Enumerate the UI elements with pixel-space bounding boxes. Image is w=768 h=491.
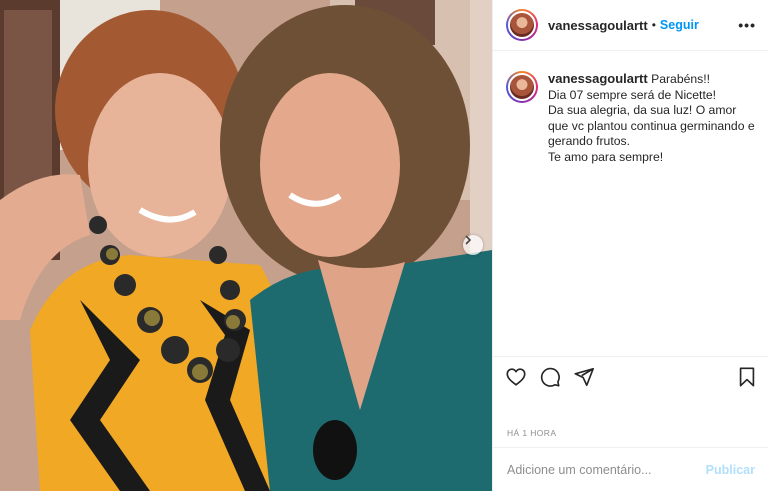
avatar-image xyxy=(508,73,536,101)
photo-illustration xyxy=(0,0,492,491)
separator-dot: • xyxy=(651,18,656,32)
post-sidebar: vanessagoulartt • Seguir ••• vanessagoul… xyxy=(492,0,768,491)
avatar[interactable] xyxy=(506,9,538,41)
like-button[interactable] xyxy=(505,366,527,388)
comment-bar: Publicar xyxy=(493,447,768,491)
share-button[interactable] xyxy=(573,366,595,388)
post-header: vanessagoulartt • Seguir ••• xyxy=(493,0,768,51)
heart-icon xyxy=(506,367,526,386)
chevron-right-icon xyxy=(465,235,472,245)
next-photo-button[interactable] xyxy=(463,235,483,255)
follow-button[interactable]: Seguir xyxy=(660,18,699,32)
caption-line-2: Dia 07 sempre será de Nicette! xyxy=(548,87,716,102)
comment-input[interactable] xyxy=(507,462,706,477)
comment-icon xyxy=(540,367,560,387)
caption-text: vanessagoulartt Parabéns!! Dia 07 sempre… xyxy=(548,71,756,165)
more-options-button[interactable]: ••• xyxy=(738,17,756,33)
caption-line-1: Parabéns!! xyxy=(651,72,711,86)
caption-line-3: Da sua alegria, da sua luz! O amor que v… xyxy=(548,103,755,148)
header-username[interactable]: vanessagoulartt xyxy=(548,18,648,33)
post-caption: vanessagoulartt Parabéns!! Dia 07 sempre… xyxy=(493,51,768,165)
action-bar xyxy=(493,356,768,396)
avatar-image xyxy=(508,11,536,39)
post-photo[interactable] xyxy=(0,0,492,491)
caption-line-4: Te amo para sempre! xyxy=(548,149,664,164)
caption-avatar[interactable] xyxy=(506,71,538,103)
post-timestamp: HÁ 1 HORA xyxy=(507,428,557,438)
bookmark-icon xyxy=(739,366,755,387)
share-icon xyxy=(574,367,594,386)
caption-username[interactable]: vanessagoulartt xyxy=(548,71,648,86)
save-button[interactable] xyxy=(737,366,757,388)
publish-button[interactable]: Publicar xyxy=(706,463,755,477)
comment-button[interactable] xyxy=(539,366,561,388)
